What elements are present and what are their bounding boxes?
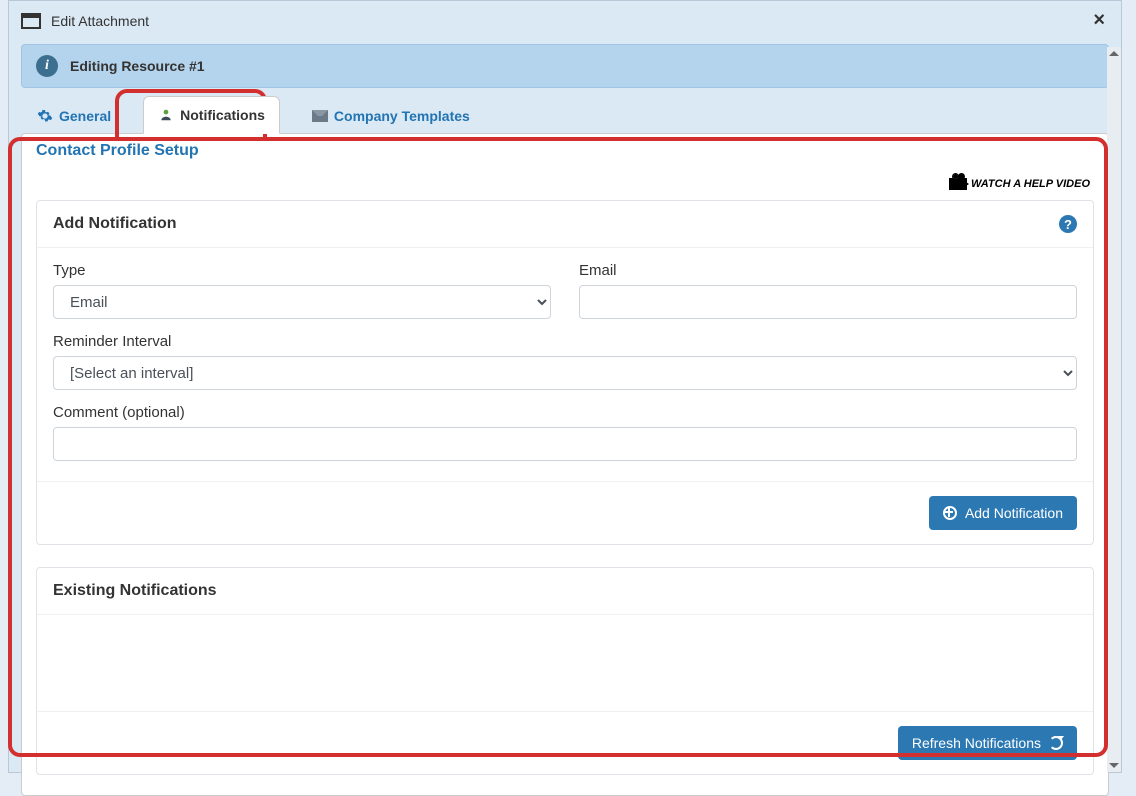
type-label: Type [53,262,551,279]
tab-general[interactable]: General [23,98,125,134]
info-icon: i [36,55,58,77]
interval-label: Reminder Interval [53,333,1077,350]
close-button[interactable]: × [1089,9,1109,32]
comment-input[interactable] [53,427,1077,461]
scroll-up-icon[interactable] [1109,51,1119,56]
help-video-label: WATCH A HELP VIDEO [971,178,1090,190]
modal-title: Edit Attachment [51,13,149,29]
section-title: Contact Profile Setup [32,142,203,160]
gear-icon [37,108,53,124]
email-label: Email [579,262,1077,279]
tab-notifications[interactable]: Notifications [143,96,280,134]
add-panel-title: Add Notification [53,215,177,233]
existing-panel-body [37,615,1093,711]
info-banner-text: Editing Resource #1 [70,58,205,74]
email-field: Email [579,262,1077,319]
help-icon[interactable]: ? [1059,215,1077,233]
existing-notifications-panel: Existing Notifications Refresh Notificat… [36,567,1094,775]
comment-label: Comment (optional) [53,404,1077,421]
add-panel-header: Add Notification ? [37,201,1093,248]
window-icon [21,13,41,29]
camera-icon [949,178,967,190]
modal-header: Edit Attachment × [9,1,1121,40]
tab-company-templates-label: Company Templates [334,108,470,124]
add-button-label: Add Notification [965,505,1063,521]
plus-circle-icon [943,506,957,520]
tab-content: Contact Profile Setup WATCH A HELP VIDEO… [21,133,1109,796]
existing-panel-title: Existing Notifications [53,582,217,600]
tab-company-templates[interactable]: Company Templates [298,98,484,134]
person-icon [158,107,174,123]
scroll-down-icon[interactable] [1109,763,1119,768]
type-field: Type Email [53,262,551,319]
modal: Edit Attachment × i Editing Resource #1 … [8,0,1122,773]
refresh-icon [1049,736,1063,750]
info-banner: i Editing Resource #1 [21,44,1109,88]
refresh-button-label: Refresh Notifications [912,735,1041,751]
existing-panel-header: Existing Notifications [37,568,1093,615]
comment-field: Comment (optional) [53,404,1077,461]
tabs: General Notifications Company Templates [9,96,1121,134]
email-input[interactable] [579,285,1077,319]
help-video-link[interactable]: WATCH A HELP VIDEO [949,178,1090,190]
tab-notifications-label: Notifications [180,107,265,123]
refresh-notifications-button[interactable]: Refresh Notifications [898,726,1077,760]
mail-icon [312,108,328,124]
interval-select[interactable]: [Select an interval] [53,356,1077,390]
tab-general-label: General [59,108,111,124]
add-notification-button[interactable]: Add Notification [929,496,1077,530]
type-select[interactable]: Email [53,285,551,319]
scrollbar[interactable] [1107,47,1121,772]
scroll-thumb[interactable] [1108,62,1120,757]
interval-field: Reminder Interval [Select an interval] [53,333,1077,390]
add-notification-panel: Add Notification ? Type Email Email [36,200,1094,545]
